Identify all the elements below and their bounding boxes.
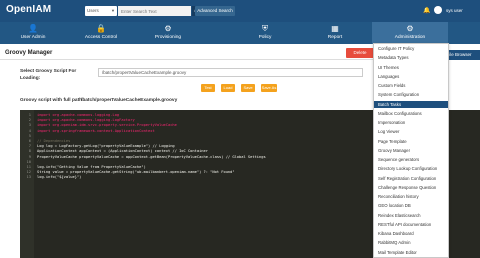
save-button[interactable]: Save — [241, 84, 255, 92]
menu-item[interactable]: Kibana Dashboard — [374, 230, 448, 237]
menu-item[interactable]: Challenge Response Question — [374, 184, 448, 191]
administration-dropdown-menu: Configure IT Policy Metadata Types UI Them… — [373, 43, 449, 258]
lock-icon: 🔒 — [96, 24, 106, 33]
full-path-label: Groovy script with full path: — [20, 98, 84, 103]
chevron-down-icon: ▼ — [111, 8, 115, 13]
menu-item[interactable]: Groovy Manager — [374, 147, 448, 154]
menu-item[interactable]: Self Registration Configuration — [374, 175, 448, 182]
menu-item[interactable]: RESTful API documentation — [374, 221, 448, 228]
chart-icon: ▦ — [331, 24, 339, 33]
delete-button[interactable]: Delete — [346, 48, 374, 58]
nav-label: Provisioning — [154, 35, 182, 40]
menu-item[interactable]: Reconciliation history — [374, 193, 448, 200]
menu-item[interactable]: GEO location DB — [374, 202, 448, 209]
advanced-search-button[interactable]: Advanced Search — [195, 6, 235, 16]
main-nav: 👤 User Admin 🔒 Access Control ⚙ Provisionin… — [0, 22, 480, 44]
save-as-button[interactable]: Save As — [261, 84, 277, 92]
gear-icon: ⚙ — [406, 24, 414, 33]
menu-item[interactable]: RabbitMQ Admin — [374, 239, 448, 246]
nav-label: Administration — [394, 35, 426, 40]
bell-icon[interactable]: 🔔 — [423, 7, 430, 14]
menu-item[interactable]: Custom Fields — [374, 82, 448, 89]
menu-item[interactable]: Configure IT Policy — [374, 45, 448, 52]
page-title: Groovy Manager — [5, 50, 53, 56]
full-path-value: /batch/propertValueCacheExample.groovy — [81, 98, 178, 103]
nav-report[interactable]: ▦ Report — [310, 22, 360, 44]
line-number: 13 — [26, 175, 31, 180]
script-path-select[interactable]: /batch/propertValueCacheExample.groovy — [98, 68, 363, 77]
nav-label: Policy — [258, 35, 272, 40]
nav-administration[interactable]: ⚙ Administration — [372, 22, 448, 44]
openiam-logo: OpenIAM — [6, 4, 52, 15]
search-input[interactable] — [118, 6, 191, 16]
menu-item[interactable]: Mailbox Configurations — [374, 110, 448, 117]
menu-item[interactable]: Metadata Types — [374, 54, 448, 61]
menu-item[interactable]: Languages — [374, 73, 448, 80]
menu-item[interactable]: Batch Tasks — [374, 100, 448, 108]
avatar[interactable] — [434, 6, 442, 14]
menu-item[interactable]: Impersonation — [374, 119, 448, 126]
code-text: log.info("${value}") — [37, 175, 82, 180]
nav-label: User Admin — [20, 35, 46, 40]
shield-icon: ⛨ — [262, 24, 268, 33]
network-icon: ⚙ — [164, 24, 172, 33]
menu-item[interactable]: UI Themes — [374, 64, 448, 71]
user-icon: 👤 — [28, 24, 38, 33]
top-bar: OpenIAM Users▼ ⌕ Advanced Search 🔔 sys u… — [0, 0, 480, 22]
menu-item[interactable]: Log Viewer — [374, 128, 448, 135]
app-root: OpenIAM Users▼ ⌕ Advanced Search 🔔 sys u… — [0, 0, 480, 258]
nav-access-control[interactable]: 🔒 Access Control — [73, 22, 129, 44]
nav-user-admin[interactable]: 👤 User Admin — [8, 22, 58, 44]
nav-label: Report — [327, 35, 343, 40]
script-select-label: Select Groovy Script For Loading: — [20, 69, 77, 81]
menu-item[interactable]: Reindex Elasticsearch — [374, 212, 448, 219]
nav-policy[interactable]: ⛨ Policy — [240, 22, 290, 44]
search-scope-value: Users — [87, 8, 99, 13]
search-scope-select[interactable]: Users ▼ — [85, 6, 117, 16]
test-button[interactable]: Test — [201, 84, 215, 92]
menu-item[interactable]: Mail Template Editor — [374, 249, 448, 256]
menu-item[interactable]: Sequence generators — [374, 156, 448, 163]
nav-provisioning[interactable]: ⚙ Provisioning — [143, 22, 193, 44]
nav-label: Access Control — [84, 35, 118, 40]
user-name[interactable]: sys user — [446, 8, 463, 13]
menu-item[interactable]: System Configuration — [374, 91, 448, 98]
menu-item[interactable]: Directory Lookup Configuration — [374, 165, 448, 172]
load-button[interactable]: Load — [221, 84, 235, 92]
menu-item[interactable]: Page Template — [374, 138, 448, 145]
